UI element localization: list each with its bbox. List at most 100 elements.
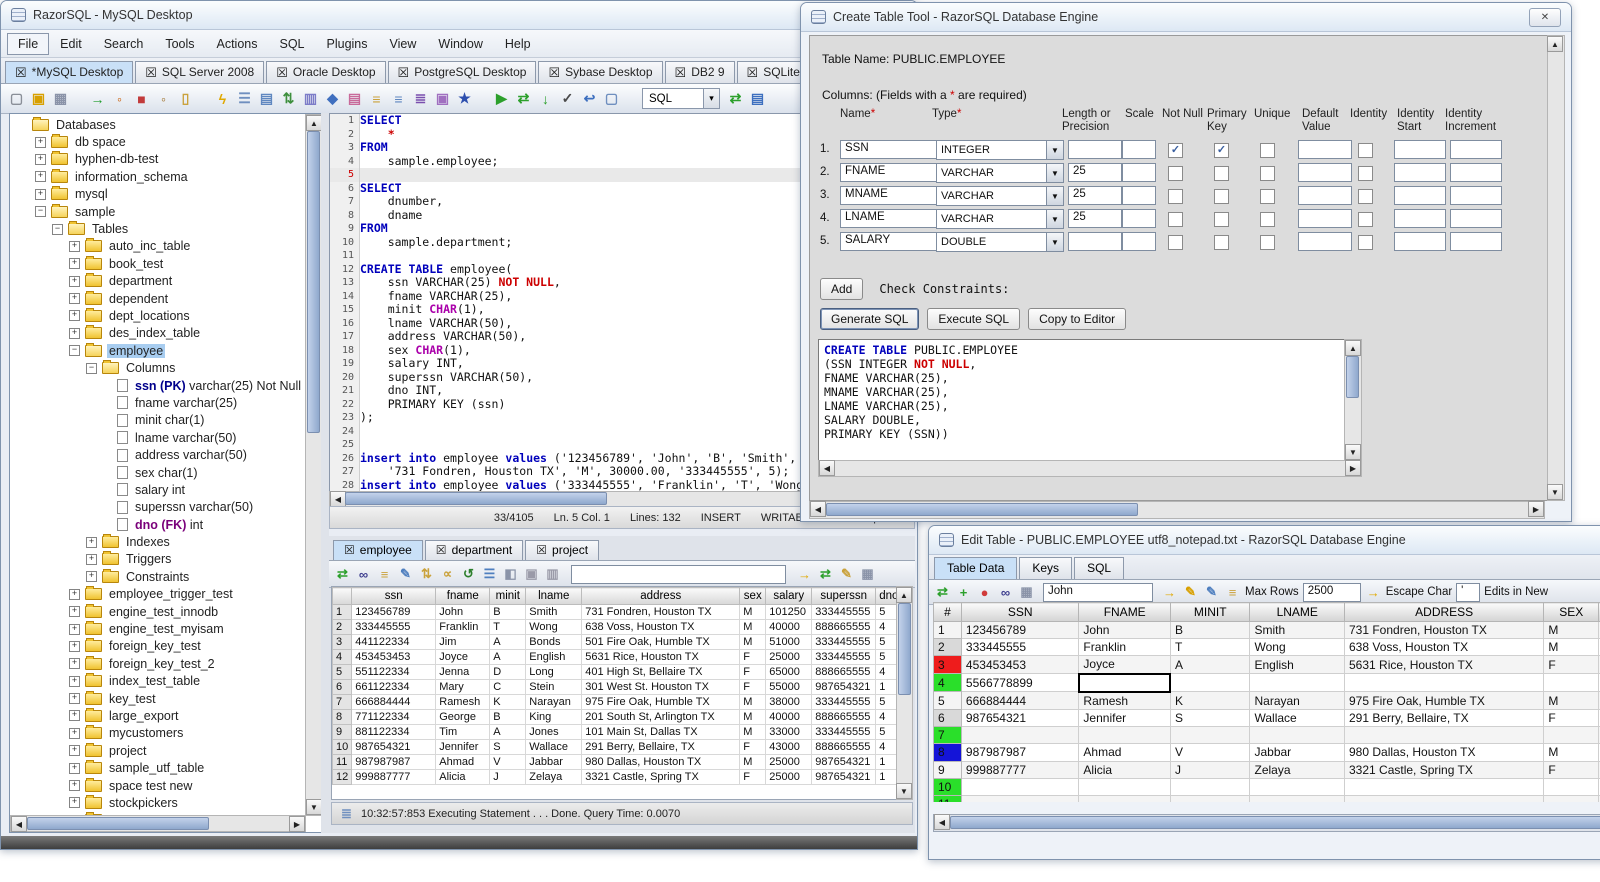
expand-icon[interactable]: + [35, 171, 46, 183]
commit-icon[interactable]: ✓ [558, 89, 577, 108]
connection-tab-sqlite[interactable]: ☒ SQLite [736, 61, 810, 83]
column-type-select-1[interactable]: INTEGER ▼ [936, 140, 1064, 160]
identity-checkbox-4[interactable] [1358, 212, 1373, 227]
primary-key-checkbox-5[interactable] [1214, 235, 1229, 250]
find-results-icon[interactable]: ∞ [355, 566, 372, 583]
new-file-icon[interactable]: ▢ [7, 89, 26, 108]
expand-icon[interactable]: + [86, 571, 97, 583]
tree-item-triggers[interactable]: + Triggers [10, 551, 306, 568]
tree-item-sample[interactable]: − sample [10, 203, 306, 220]
menu-window[interactable]: Window [427, 33, 493, 55]
identity-increment-input-5[interactable] [1450, 232, 1502, 251]
connection-tab--mysql-desktop[interactable]: ☒ *MySQL Desktop [5, 61, 134, 83]
filter-rows-icon[interactable]: ≡ [1224, 584, 1241, 601]
table-row[interactable]: 2 333445555 Franklin T Wong 638 Voss, Houston… [332, 619, 903, 635]
expand-icon[interactable]: + [69, 310, 80, 322]
edit-results-icon[interactable]: ✎ [397, 566, 414, 583]
close-tab-icon[interactable]: ☒ [276, 66, 288, 79]
identity-increment-input-3[interactable] [1450, 186, 1502, 205]
expand-icon[interactable]: + [35, 136, 46, 148]
connection-tab-sybase-desktop[interactable]: ☒ Sybase Desktop [538, 61, 663, 83]
menu-plugins[interactable]: Plugins [316, 33, 379, 55]
expand-icon[interactable]: + [69, 727, 80, 739]
sort-icon[interactable]: ≡ [367, 89, 386, 108]
close-tab-icon[interactable]: ☒ [344, 544, 355, 556]
format-sql-icon[interactable]: ϟ [213, 89, 232, 108]
tree-item-salary-int[interactable]: salary int [10, 481, 306, 498]
tree-item-dependent[interactable]: + dependent [10, 290, 306, 307]
not-null-checkbox-3[interactable] [1168, 189, 1183, 204]
tab-table-data[interactable]: Table Data [934, 557, 1018, 579]
column-header-lname[interactable]: lname [525, 587, 583, 605]
results-vertical-scrollbar[interactable]: ▲ ▼ [896, 586, 913, 800]
table-row[interactable]: 11 987987987 Ahmad V Jabbar 980 Dallas, Houst… [332, 754, 903, 770]
column-name-input-4[interactable]: LNAME [840, 209, 942, 228]
favorites-icon[interactable]: ★ [455, 89, 474, 108]
window-vertical-scrollbar[interactable]: ▲ ▼ [1547, 35, 1565, 501]
close-tab-icon[interactable]: ☒ [398, 66, 410, 79]
tree-item-fname-varchar-25-[interactable]: fname varchar(25) [10, 394, 306, 411]
table-row[interactable]: 7 666884444 Ramesh K Narayan 975 Fire Oak, Hu… [332, 694, 903, 710]
column-type-select-2[interactable]: VARCHAR ▼ [936, 163, 1064, 183]
max-rows-input[interactable]: 2500 [1302, 582, 1361, 602]
save-grid-icon[interactable]: ▦ [859, 566, 876, 583]
tree-item-foreign-key-test-2[interactable]: + foreign_key_test_2 [10, 655, 306, 672]
expand-icon[interactable]: + [69, 762, 80, 774]
window-hscrollbar-thumb[interactable] [826, 503, 1138, 516]
expand-icon[interactable]: + [69, 588, 80, 600]
column-type-select-4[interactable]: VARCHAR ▼ [936, 209, 1064, 229]
table-row[interactable]: 6 661122334 Mary C Stein 301 West St. Houston… [332, 679, 903, 695]
tree-vertical-scrollbar[interactable]: ▲ ▼ [305, 114, 322, 816]
scroll-down-icon[interactable]: ▼ [1345, 444, 1361, 460]
menu-search[interactable]: Search [93, 33, 155, 55]
identity-start-input-1[interactable] [1394, 140, 1446, 159]
column-name-input-2[interactable]: FNAME [840, 163, 942, 182]
tree-scrollbar-thumb[interactable] [307, 131, 320, 433]
column-header-minit[interactable]: MINIT [1169, 602, 1251, 622]
tree-item-mycustomers[interactable]: + mycustomers [10, 725, 306, 742]
connect-icon[interactable]: → [88, 89, 107, 108]
column-header-lname[interactable]: LNAME [1249, 602, 1345, 622]
collapse-icon[interactable]: − [86, 362, 97, 374]
unique-checkbox-2[interactable] [1260, 166, 1275, 181]
column-header-address[interactable]: address [581, 587, 741, 605]
tree-item-hyphen-db-test[interactable]: + hyphen-db-test [10, 151, 306, 168]
editor-hscrollbar-thumb[interactable] [345, 492, 607, 505]
menu-file[interactable]: File [7, 32, 50, 55]
refresh-icon[interactable]: ⇄ [934, 584, 951, 601]
tree-item-key-test[interactable]: + key_test [10, 690, 306, 707]
tree-item-auto-inc-table[interactable]: + auto_inc_table [10, 238, 306, 255]
length-input-4[interactable]: 25 [1068, 209, 1122, 228]
export-data-icon[interactable]: ▥ [301, 89, 320, 108]
copy-to-editor-button[interactable]: Copy to Editor [1028, 308, 1127, 330]
column-header-ssn[interactable]: SSN [960, 602, 1080, 622]
menu-actions[interactable]: Actions [206, 33, 269, 55]
unique-checkbox-3[interactable] [1260, 189, 1275, 204]
expand-icon[interactable]: + [69, 710, 80, 722]
rollback-icon[interactable]: ↩ [580, 89, 599, 108]
column-header-sex[interactable]: SEX [1543, 602, 1600, 622]
identity-start-input-3[interactable] [1394, 186, 1446, 205]
length-input-2[interactable]: 25 [1068, 163, 1122, 182]
compare-icon[interactable]: ◆ [323, 89, 342, 108]
tree-item-employee[interactable]: − employee [10, 342, 306, 359]
close-tab-icon[interactable]: ☒ [15, 66, 27, 79]
tree-item-information-schema[interactable]: + information_schema [10, 168, 306, 185]
tree-item-sex-char-1-[interactable]: sex char(1) [10, 464, 306, 481]
table-row[interactable]: 1 123456789 John B Smith 731 Fondren, Houston… [933, 620, 1600, 640]
go-icon[interactable]: → [796, 566, 813, 583]
disconnect-icon[interactable]: ■ [132, 89, 151, 108]
save-icon[interactable]: ▦ [51, 89, 70, 108]
scroll-up-icon[interactable]: ▲ [896, 587, 912, 603]
table-row[interactable]: 8 771122334 George B King 201 South St, Arlin… [332, 709, 903, 725]
scale-input-1[interactable] [1122, 140, 1156, 159]
insert-row-icon[interactable]: + [955, 584, 972, 601]
column-type-select-5[interactable]: DOUBLE ▼ [936, 232, 1064, 252]
export-results-icon[interactable]: ▥ [544, 566, 561, 583]
column-header-fname[interactable]: fname [435, 587, 491, 605]
main-titlebar[interactable]: RazorSQL - MySQL Desktop [1, 1, 917, 30]
edit-hscrollbar-thumb[interactable] [950, 816, 1600, 829]
primary-key-checkbox-3[interactable] [1214, 189, 1229, 204]
expand-icon[interactable]: + [69, 606, 80, 618]
column-name-input-1[interactable]: SSN [840, 140, 942, 159]
